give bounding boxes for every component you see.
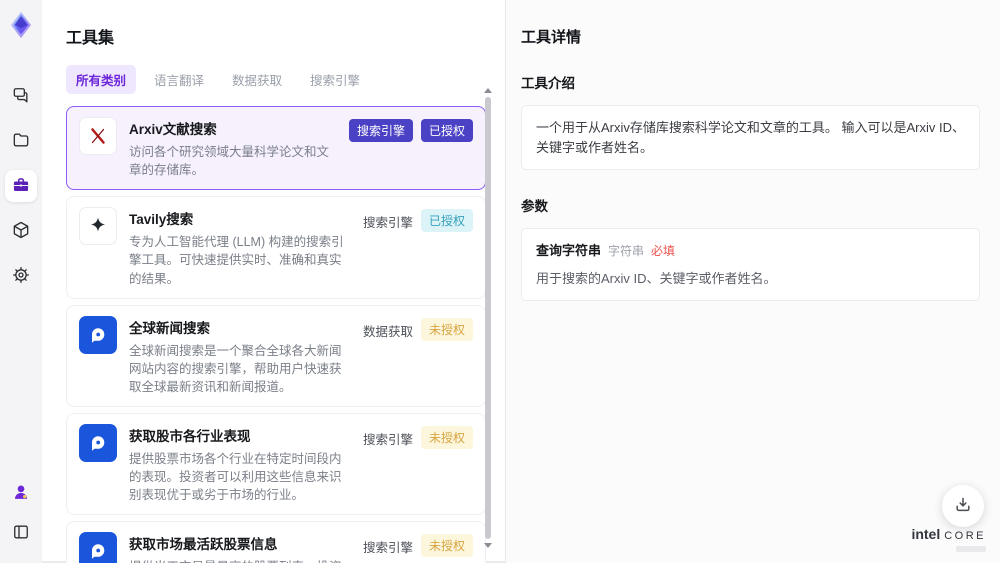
params-box: 查询字符串 字符串 必填 用于搜索的Arxiv ID、关键字或作者姓名。 [521, 228, 980, 301]
category-tab[interactable]: 所有类别 [66, 65, 137, 94]
category-tab[interactable]: 数据获取 [222, 65, 292, 94]
cube-icon [11, 220, 31, 243]
tool-tags: 搜索引擎 未授权 [363, 532, 473, 563]
tool-body: Tavily搜索 专为人工智能代理 (LLM) 构建的搜索引擎工具。可快速提供实… [129, 207, 351, 287]
tools-panel: 工具集 所有类别 语言翻译 数据获取 搜索引擎 Arxiv文献搜索 访问各个研究领域大… [42, 0, 505, 563]
category-tab[interactable]: 搜索引擎 [300, 65, 370, 94]
tool-description: 提供当天交易量最高的股票列表，投资者可以利用这些信息来识别流动性强的股票和潜在的… [129, 558, 351, 563]
params-heading: 参数 [521, 199, 548, 214]
tool-category-tag: 数据获取 [362, 324, 413, 339]
scrollbar-thumb[interactable] [485, 97, 491, 539]
sidebar-item-settings[interactable] [5, 260, 37, 292]
detail-title: 工具详情 [521, 29, 582, 46]
star-icon [79, 207, 117, 246]
chat-icon [11, 85, 31, 108]
tool-body: 获取市场最活跃股票信息 提供当天交易量最高的股票列表，投资者可以利用这些信息来识… [129, 532, 351, 563]
sidebar-item-profile[interactable] [5, 477, 37, 509]
tool-description: 提供股票市场各个行业在特定时间段内的表现。投资者可以利用这些信息来识别表现优于或… [129, 452, 342, 503]
tool-auth-badge: 未授权 [420, 317, 473, 341]
tab-label: 数据获取 [232, 74, 283, 88]
sidebar-item-collapse[interactable] [5, 517, 37, 549]
tool-name: 获取股市各行业表现 [129, 429, 251, 444]
tab-label: 所有类别 [76, 74, 127, 88]
tool-list-item[interactable]: Arxiv文献搜索 访问各个研究领域大量科学论文和文章的存储库。 搜索引擎 已授… [66, 106, 486, 191]
tool-category-tag: 搜索引擎 [362, 541, 413, 556]
param-description: 用于搜索的Arxiv ID、关键字或作者姓名。 [536, 270, 777, 286]
toolbox-icon [11, 175, 31, 198]
panel-collapse-icon [11, 522, 31, 545]
tool-tags: 数据获取 未授权 [363, 316, 473, 396]
tool-name: Tavily搜索 [129, 212, 194, 228]
tool-category-tag: 搜索引擎 [362, 216, 413, 231]
tool-body: 获取股市各行业表现 提供股票市场各个行业在特定时间段内的表现。投资者可以利用这些… [129, 424, 351, 504]
detail-panel: 工具详情 工具介绍 一个用于从Arxiv存储库搜索科学论文和文章的工具。 输入可… [505, 0, 1000, 563]
param-type: 字符串 [608, 244, 645, 258]
tool-list-item[interactable]: 获取股市各行业表现 提供股票市场各个行业在特定时间段内的表现。投资者可以利用这些… [66, 413, 486, 516]
intro-heading: 工具介绍 [521, 76, 575, 91]
category-tabs: 所有类别 语言翻译 数据获取 搜索引擎 [66, 65, 505, 94]
tool-list: Arxiv文献搜索 访问各个研究领域大量科学论文和文章的存储库。 搜索引擎 已授… [66, 106, 486, 563]
tab-label: 搜索引擎 [310, 74, 361, 88]
param-name: 查询字符串 [536, 243, 602, 258]
page-title: 工具集 [66, 30, 115, 47]
scroll-down-icon[interactable] [484, 543, 492, 548]
download-button[interactable] [942, 485, 984, 527]
tool-auth-badge: 未授权 [420, 534, 473, 558]
tool-category-tag: 搜索引擎 [362, 433, 413, 447]
tool-intro-text: 一个用于从Arxiv存储库搜索科学论文和文章的工具。 输入可以是Arxiv ID… [521, 105, 980, 170]
app-logo-icon[interactable] [6, 10, 36, 40]
user-icon [11, 482, 31, 505]
tool-name: 获取市场最活跃股票信息 [129, 537, 278, 553]
sidebar [0, 0, 42, 563]
tool-auth-badge: 已授权 [420, 119, 473, 142]
intel-core-logo: intel CORE [911, 526, 986, 552]
download-icon [953, 495, 973, 518]
tool-list-item[interactable]: 获取市场最活跃股票信息 提供当天交易量最高的股票列表，投资者可以利用这些信息来识… [66, 521, 486, 563]
sidebar-item-tools[interactable] [5, 170, 37, 202]
tool-auth-badge: 已授权 [420, 209, 473, 233]
folder-icon [11, 130, 31, 153]
tool-tags: 搜索引擎 已授权 [348, 117, 473, 179]
tool-list-item[interactable]: 全球新闻搜索 全球新闻搜索是一个聚合全球各大新闻网站内容的搜索引擎，帮助用户快速… [66, 304, 486, 407]
tool-auth-badge: 未授权 [420, 426, 473, 449]
tool-name: Arxiv文献搜索 [129, 122, 217, 137]
sidebar-item-files[interactable] [5, 125, 37, 157]
news-bubble-icon [79, 315, 117, 354]
param-row: 查询字符串 字符串 必填 用于搜索的Arxiv ID、关键字或作者姓名。 [536, 241, 965, 288]
main-area: 工具集 所有类别 语言翻译 数据获取 搜索引擎 Arxiv文献搜索 访问各个研究领域大… [42, 0, 1000, 563]
core-brand-text: CORE [944, 530, 986, 542]
app-window: 工具集 所有类别 语言翻译 数据获取 搜索引擎 Arxiv文献搜索 访问各个研究领域大… [0, 0, 1000, 563]
tool-tags: 搜索引擎 已授权 [363, 207, 473, 287]
sidebar-item-chat[interactable] [5, 80, 37, 112]
gear-icon [11, 265, 31, 288]
scrollbar[interactable] [483, 88, 493, 548]
sidebar-item-models[interactable] [5, 215, 37, 247]
category-tab[interactable]: 语言翻译 [144, 65, 214, 94]
tool-name: 全球新闻搜索 [129, 320, 210, 336]
intel-brand-text: intel [911, 526, 941, 542]
sidebar-bottom [5, 477, 37, 549]
scroll-up-icon[interactable] [484, 88, 492, 93]
param-head: 查询字符串 字符串 必填 [536, 241, 965, 261]
tool-list-item[interactable]: Tavily搜索 专为人工智能代理 (LLM) 构建的搜索引擎工具。可快速提供实… [66, 196, 486, 299]
tool-body: Arxiv文献搜索 访问各个研究领域大量科学论文和文章的存储库。 [129, 117, 337, 179]
param-required: 必填 [651, 244, 676, 258]
tool-tags: 搜索引擎 未授权 [363, 424, 473, 504]
arxiv-logo-icon [79, 117, 117, 155]
news-bubble-icon [79, 532, 117, 563]
tool-description: 访问各个研究领域大量科学论文和文章的存储库。 [129, 145, 330, 178]
intel-core-subtext [956, 546, 986, 552]
tool-body: 全球新闻搜索 全球新闻搜索是一个聚合全球各大新闻网站内容的搜索引擎，帮助用户快速… [129, 316, 351, 396]
news-bubble-icon [79, 424, 117, 462]
tool-category-tag: 搜索引擎 [348, 119, 413, 142]
tab-label: 语言翻译 [154, 74, 205, 88]
tool-description: 全球新闻搜索是一个聚合全球各大新闻网站内容的搜索引擎，帮助用户快速获取全球最新资… [129, 343, 342, 394]
tool-description: 专为人工智能代理 (LLM) 构建的搜索引擎工具。可快速提供实时、准确和真实的结… [129, 235, 344, 286]
